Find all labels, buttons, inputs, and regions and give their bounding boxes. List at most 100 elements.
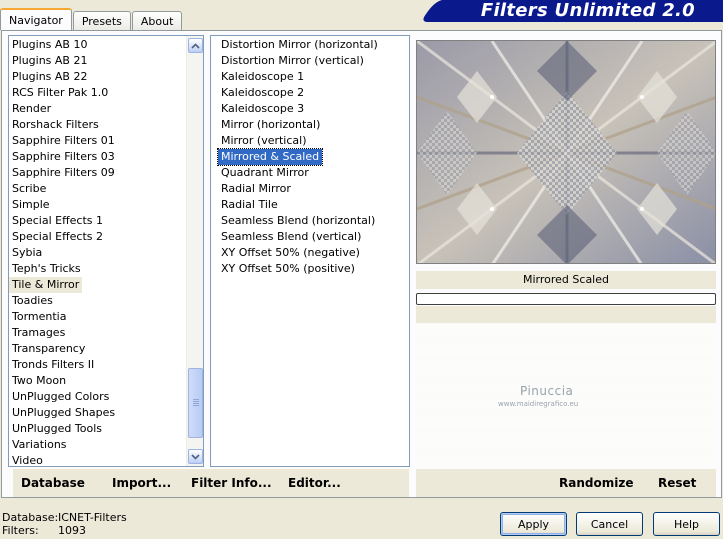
list-item[interactable]: Tronds Filters II bbox=[9, 357, 186, 373]
category-label: Teph's Tricks bbox=[12, 262, 81, 275]
editor-button[interactable]: Editor... bbox=[288, 469, 341, 497]
list-item[interactable]: Scribe bbox=[9, 181, 186, 197]
category-label: Sapphire Filters 09 bbox=[12, 166, 115, 179]
list-item[interactable]: Two Moon bbox=[9, 373, 186, 389]
list-item[interactable]: Seamless Blend (horizontal) bbox=[218, 213, 409, 229]
watermark-name: Pinuccia bbox=[520, 384, 574, 398]
list-item[interactable]: Distortion Mirror (horizontal) bbox=[218, 37, 409, 53]
list-item[interactable]: UnPlugged Shapes bbox=[9, 405, 186, 421]
list-item[interactable]: Sapphire Filters 09 bbox=[9, 165, 186, 181]
status-info: Database:ICNET-Filters Filters: 1093 bbox=[2, 511, 127, 537]
list-item[interactable]: Radial Mirror bbox=[218, 181, 409, 197]
list-item[interactable]: Mirrored & Scaled bbox=[216, 148, 409, 166]
import-button[interactable]: Import... bbox=[112, 469, 171, 497]
category-label: Plugins AB 10 bbox=[12, 38, 88, 51]
list-item[interactable]: Distortion Mirror (vertical) bbox=[218, 53, 409, 69]
list-item[interactable]: Plugins AB 22 bbox=[9, 69, 186, 85]
category-label: Special Effects 2 bbox=[12, 230, 104, 243]
category-label: Variations bbox=[12, 438, 67, 451]
list-item[interactable]: Plugins AB 21 bbox=[9, 53, 186, 69]
category-label: Tronds Filters II bbox=[12, 358, 95, 371]
list-item[interactable]: Quadrant Mirror bbox=[218, 165, 409, 181]
list-item[interactable]: Mirror (horizontal) bbox=[218, 117, 409, 133]
navigator-panel: Plugins AB 10 Plugins AB 21 Plugins AB 22 R… bbox=[1, 30, 722, 498]
list-item[interactable]: Kaleidoscope 1 bbox=[218, 69, 409, 85]
list-item[interactable]: Tile & Mirror bbox=[9, 277, 186, 293]
parameter-area: Pinuccia www.maidiregrafico.eu bbox=[416, 306, 716, 467]
list-item[interactable]: Teph's Tricks bbox=[9, 261, 186, 277]
list-item[interactable]: Rorshack Filters bbox=[9, 117, 186, 133]
list-item[interactable]: Kaleidoscope 2 bbox=[218, 85, 409, 101]
filter-label: Kaleidoscope 1 bbox=[221, 70, 305, 83]
category-items: Plugins AB 10 Plugins AB 21 Plugins AB 22 R… bbox=[9, 37, 186, 466]
list-item[interactable]: Special Effects 1 bbox=[9, 213, 186, 229]
tab-label: About bbox=[140, 14, 174, 28]
list-item[interactable]: XY Offset 50% (negative) bbox=[218, 245, 409, 261]
cancel-button[interactable]: Cancel bbox=[576, 512, 643, 536]
right-toolbar: Randomize Reset bbox=[416, 469, 716, 497]
list-item[interactable]: Simple bbox=[9, 197, 186, 213]
selected-filter-name: Mirrored Scaled bbox=[416, 271, 716, 289]
category-label: Tormentia bbox=[12, 310, 67, 323]
list-item[interactable]: Special Effects 2 bbox=[9, 229, 186, 245]
filter-label: Quadrant Mirror bbox=[221, 166, 309, 179]
filter-info-button[interactable]: Filter Info... bbox=[191, 469, 272, 497]
filter-items: Distortion Mirror (horizontal) Distortion… bbox=[216, 37, 409, 277]
list-item[interactable]: Sapphire Filters 01 bbox=[9, 133, 186, 149]
list-item[interactable]: RCS Filter Pak 1.0 bbox=[9, 85, 186, 101]
tab-presets[interactable]: Presets bbox=[72, 11, 131, 30]
category-scrollbar[interactable] bbox=[186, 36, 203, 466]
randomize-button[interactable]: Randomize bbox=[559, 469, 633, 497]
category-list[interactable]: Plugins AB 10 Plugins AB 21 Plugins AB 22 R… bbox=[8, 35, 204, 467]
list-item[interactable]: UnPlugged Tools bbox=[9, 421, 186, 437]
category-label: UnPlugged Shapes bbox=[12, 406, 116, 419]
help-button[interactable]: Help bbox=[653, 512, 720, 536]
reset-button[interactable]: Reset bbox=[658, 469, 696, 497]
filter-label: Distortion Mirror (vertical) bbox=[221, 54, 364, 67]
category-label: Plugins AB 21 bbox=[12, 54, 88, 67]
list-item[interactable]: Radial Tile bbox=[218, 197, 409, 213]
list-item[interactable]: UnPlugged Colors bbox=[9, 389, 186, 405]
list-item[interactable]: Video bbox=[9, 453, 186, 466]
banner-title: Filters Unlimited 2.0 bbox=[480, 0, 695, 21]
category-label: Two Moon bbox=[12, 374, 67, 387]
category-label: RCS Filter Pak 1.0 bbox=[12, 86, 109, 99]
list-item[interactable]: Sapphire Filters 03 bbox=[9, 149, 186, 165]
category-label: Tile & Mirror bbox=[9, 277, 83, 293]
list-item[interactable]: Transparency bbox=[9, 341, 186, 357]
list-item[interactable]: Plugins AB 10 bbox=[9, 37, 186, 53]
tab-navigator[interactable]: Navigator bbox=[0, 8, 72, 30]
filter-label: XY Offset 50% (negative) bbox=[221, 246, 360, 259]
apply-button[interactable]: Apply bbox=[500, 512, 567, 536]
database-button[interactable]: Database bbox=[21, 469, 85, 497]
list-item[interactable]: Seamless Blend (vertical) bbox=[218, 229, 409, 245]
filter-label: Seamless Blend (horizontal) bbox=[221, 214, 376, 227]
category-scroll-thumb[interactable] bbox=[188, 368, 203, 438]
list-item[interactable]: Kaleidoscope 3 bbox=[218, 101, 409, 117]
filter-label: Radial Tile bbox=[221, 198, 278, 211]
chevron-down-icon[interactable] bbox=[188, 449, 203, 464]
category-label: Special Effects 1 bbox=[12, 214, 104, 227]
list-item[interactable]: XY Offset 50% (positive) bbox=[218, 261, 409, 277]
list-item[interactable]: Sybia bbox=[9, 245, 186, 261]
tab-label: Navigator bbox=[9, 13, 63, 27]
list-item[interactable]: Tormentia bbox=[9, 309, 186, 325]
list-item[interactable]: Render bbox=[9, 101, 186, 117]
filters-count: 1093 bbox=[58, 524, 86, 537]
list-item[interactable]: Tramages bbox=[9, 325, 186, 341]
category-label: UnPlugged Tools bbox=[12, 422, 102, 435]
chevron-up-icon[interactable] bbox=[188, 38, 203, 53]
category-label: UnPlugged Colors bbox=[12, 390, 110, 403]
tab-about[interactable]: About bbox=[131, 11, 183, 30]
filter-list[interactable]: Distortion Mirror (horizontal) Distortion… bbox=[210, 35, 410, 467]
list-item[interactable]: Variations bbox=[9, 437, 186, 453]
category-label: Sapphire Filters 01 bbox=[12, 134, 115, 147]
list-item[interactable]: Mirror (vertical) bbox=[218, 133, 409, 149]
category-label: Simple bbox=[12, 198, 50, 211]
list-item[interactable]: Toadies bbox=[9, 293, 186, 309]
filters-label: Filters: bbox=[2, 524, 39, 537]
watermark-url: www.maidiregrafico.eu bbox=[498, 400, 579, 408]
category-label: Sybia bbox=[12, 246, 43, 259]
title-banner: Filters Unlimited 2.0 bbox=[420, 0, 723, 22]
filter-label: Mirror (horizontal) bbox=[221, 118, 321, 131]
